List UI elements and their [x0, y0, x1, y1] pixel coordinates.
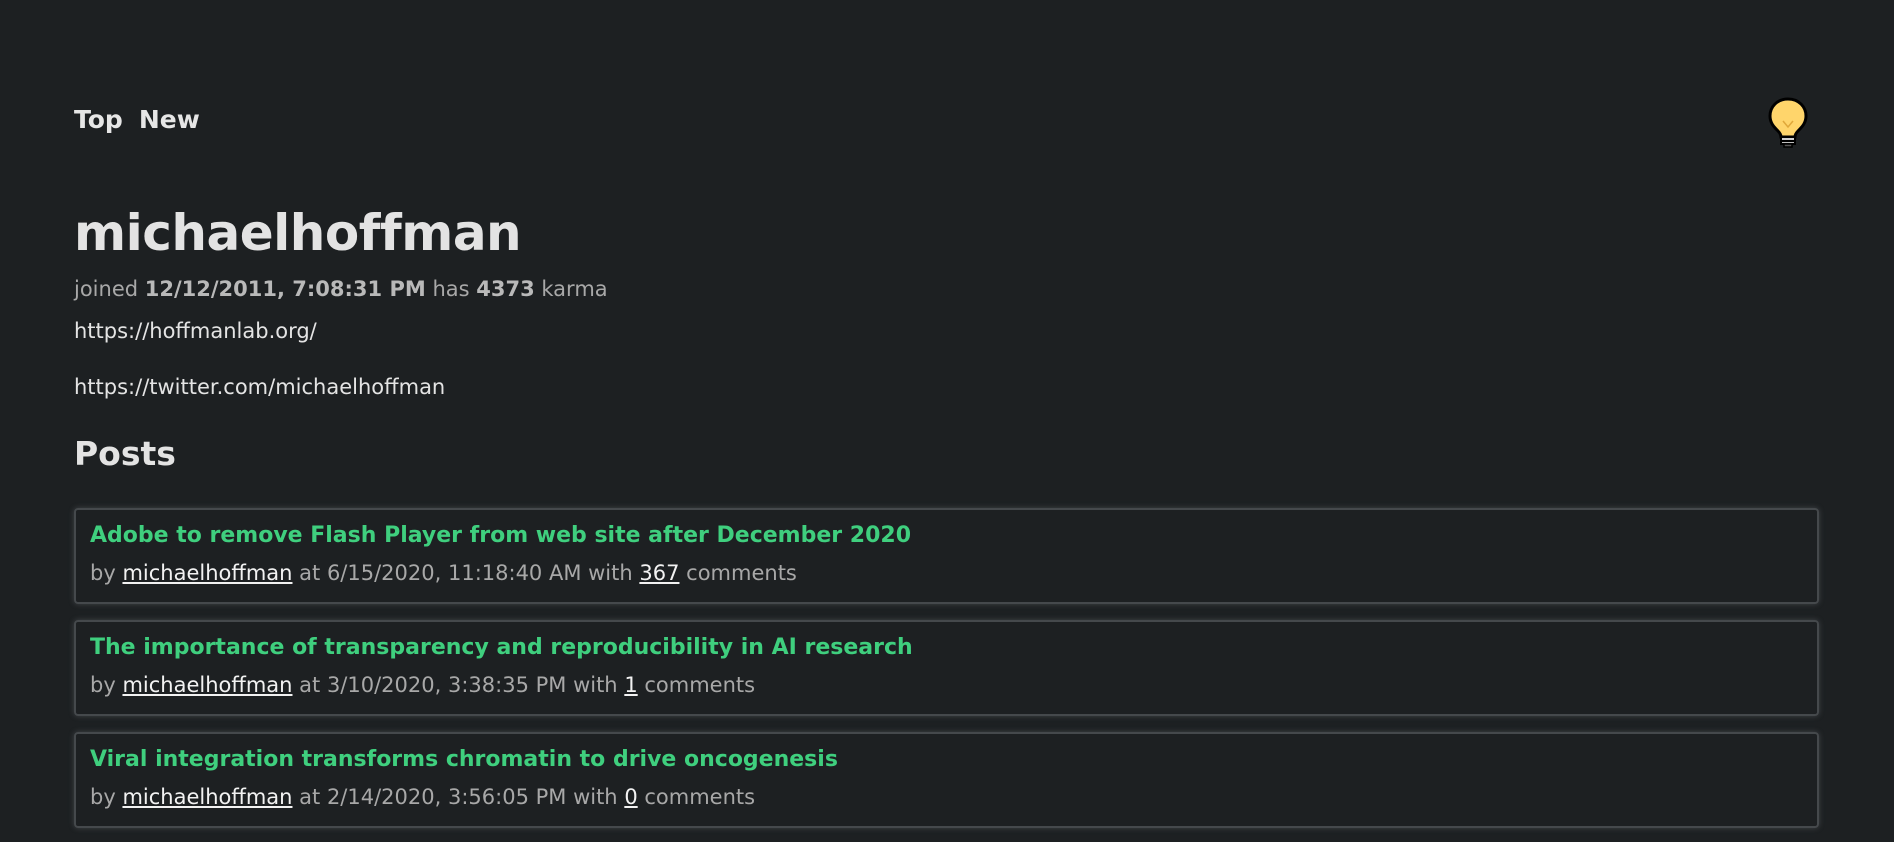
user-meta: joined 12/12/2011, 7:08:31 PM has 4373 k…	[74, 274, 1820, 304]
post-comments-link[interactable]: 367	[639, 561, 679, 585]
nav-new-link[interactable]: New	[139, 100, 200, 140]
username-heading: michaelhoffman	[74, 204, 522, 262]
post-comments-label: comments	[644, 673, 756, 697]
post-by: by	[90, 785, 116, 809]
post-meta: by michaelhoffman at 3/10/2020, 3:38:35 …	[90, 670, 1803, 700]
post-time: at 3/10/2020, 3:38:35 PM with	[299, 673, 618, 697]
post-title-link[interactable]: The importance of transparency and repro…	[90, 632, 1803, 664]
karma-label: karma	[541, 277, 608, 301]
post-comments-link[interactable]: 1	[624, 673, 637, 697]
has-label: has	[432, 277, 470, 301]
post-comments-label: comments	[644, 785, 756, 809]
post-author-link[interactable]: michaelhoffman	[122, 785, 292, 809]
post-time: at 6/15/2020, 11:18:40 AM with	[299, 561, 633, 585]
post-author-link[interactable]: michaelhoffman	[122, 673, 292, 697]
lightbulb-icon	[1768, 97, 1808, 148]
theme-toggle-button[interactable]	[1766, 96, 1810, 148]
posts-heading: Posts	[74, 434, 176, 473]
post-card: The importance of transparency and repro…	[74, 620, 1819, 716]
post-author-link[interactable]: michaelhoffman	[122, 561, 292, 585]
post-title-link[interactable]: Viral integration transforms chromatin t…	[90, 744, 1803, 776]
post-card: Viral integration transforms chromatin t…	[74, 732, 1819, 828]
page: Top New michaelhoffman joined 12/12/2011…	[0, 0, 1894, 842]
post-by: by	[90, 673, 116, 697]
joined-date: 12/12/2011, 7:08:31 PM	[144, 277, 426, 301]
user-about: https://hoffmanlab.org/ https://twitter.…	[74, 316, 1820, 402]
about-line: https://hoffmanlab.org/	[74, 319, 317, 343]
post-card: Adobe to remove Flash Player from web si…	[74, 508, 1819, 604]
post-time: at 2/14/2020, 3:56:05 PM with	[299, 785, 618, 809]
user-profile: michaelhoffman joined 12/12/2011, 7:08:3…	[74, 200, 1820, 428]
post-by: by	[90, 561, 116, 585]
post-title-link[interactable]: Adobe to remove Flash Player from web si…	[90, 520, 1803, 552]
post-comments-label: comments	[686, 561, 797, 585]
post-meta: by michaelhoffman at 6/15/2020, 11:18:40…	[90, 558, 1803, 588]
joined-prefix: joined	[74, 277, 139, 301]
top-nav: Top New	[74, 100, 200, 140]
nav-top-link[interactable]: Top	[74, 100, 123, 140]
post-comments-link[interactable]: 0	[624, 785, 637, 809]
post-meta: by michaelhoffman at 2/14/2020, 3:56:05 …	[90, 782, 1803, 812]
about-line: https://twitter.com/michaelhoffman	[74, 375, 446, 399]
karma-value: 4373	[476, 277, 535, 301]
posts-list: Adobe to remove Flash Player from web si…	[74, 508, 1819, 842]
